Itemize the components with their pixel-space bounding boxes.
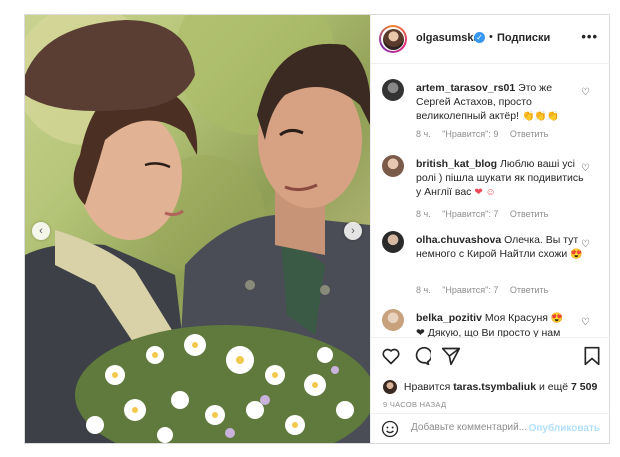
comment-time: 8 ч. xyxy=(416,209,431,219)
verified-badge-icon: ✓ xyxy=(474,32,485,43)
liked-suffix: и ещё xyxy=(538,380,569,393)
chevron-right-icon: › xyxy=(351,225,355,237)
author-username[interactable]: olgasumska xyxy=(416,32,480,44)
comment-avatar[interactable] xyxy=(382,309,404,331)
comment-time: 8 ч. xyxy=(416,285,431,295)
comment-like-heart-icon[interactable]: ♡ xyxy=(581,239,590,250)
comment-username[interactable]: british_kat_blog xyxy=(416,158,497,170)
share-send-icon[interactable] xyxy=(441,346,461,366)
comment-message: Моя Красуня xyxy=(484,312,548,324)
comment-emoji: 😍 xyxy=(550,313,564,324)
avatar-image xyxy=(382,28,404,50)
comments-list[interactable]: artem_tarasov_rs01 Это же Сергей Астахов… xyxy=(371,65,610,337)
liked-prefix: Нравится xyxy=(403,380,451,393)
comment-avatar[interactable] xyxy=(382,155,404,177)
comment-reply-button[interactable]: Ответить xyxy=(510,129,548,139)
liked-by: Нравится taras.tsymbaliuk и ещё 7 509 xyxy=(383,380,597,394)
likes-count[interactable]: 7 509 xyxy=(571,381,597,393)
liker-username[interactable]: taras.tsymbaliuk xyxy=(453,381,536,393)
post-header: olgasumska ✓ • Подписки ••• xyxy=(371,15,610,64)
comment-text: olha.chuvashova Олечка. Вы тут немного с… xyxy=(416,233,584,262)
liker-avatar[interactable] xyxy=(383,380,397,394)
post-photo[interactable]: ‹ › xyxy=(25,15,370,443)
comment-likes[interactable]: "Нравится": 7 xyxy=(442,209,498,219)
add-comment-bar: Опубликовать xyxy=(371,413,610,443)
comment-meta: 8 ч. "Нравится": 7 Ответить xyxy=(416,209,557,219)
comment-like-heart-icon[interactable]: ♡ xyxy=(581,163,590,174)
instagram-post-card: ‹ › olgasumska ✓ • Подписки ••• artem_ta… xyxy=(24,14,610,444)
comment-likes[interactable]: "Нравится": 7 xyxy=(442,285,498,295)
comment-meta: 8 ч. "Нравится": 7 Ответить xyxy=(416,285,557,295)
post-actions: Нравится taras.tsymbaliuk и ещё 7 509 9 … xyxy=(371,337,610,442)
more-options-icon[interactable]: ••• xyxy=(581,29,598,44)
post-side-panel: olgasumska ✓ • Подписки ••• artem_taraso… xyxy=(370,15,610,443)
chevron-left-icon: ‹ xyxy=(39,225,43,237)
photo-illustration xyxy=(25,15,370,443)
comment-text: british_kat_blog Люблю ваші усі ролі ) п… xyxy=(416,157,584,200)
photo-next-button[interactable]: › xyxy=(344,222,362,240)
comment-reply-button[interactable]: Ответить xyxy=(510,209,548,219)
comment-reply-button[interactable]: Ответить xyxy=(510,285,548,295)
comment-meta: 8 ч. "Нравится": 9 Ответить xyxy=(416,129,557,139)
comment-emoji: 👏👏👏 xyxy=(521,111,560,122)
like-heart-icon[interactable] xyxy=(381,346,401,366)
comment-text: belka_pozitiv Моя Красуня 😍 ❤ Дякую, що … xyxy=(416,311,584,337)
comment-emoji: 😍 xyxy=(570,249,583,260)
comment-username[interactable]: olha.chuvashova xyxy=(416,234,501,246)
comment-avatar[interactable] xyxy=(382,79,404,101)
comment-like-heart-icon[interactable]: ♡ xyxy=(581,87,590,98)
emoji-picker-icon[interactable] xyxy=(381,420,399,438)
comment-avatar[interactable] xyxy=(382,231,404,253)
separator-dot: • xyxy=(489,31,493,43)
following-button[interactable]: Подписки xyxy=(497,32,550,44)
post-timestamp[interactable]: 9 ЧАСОВ НАЗАД xyxy=(383,400,446,409)
comment-message-continued: ❤ Дякую, що Ви просто у нам xyxy=(416,327,561,337)
comment-likes[interactable]: "Нравится": 9 xyxy=(442,129,498,139)
author-avatar[interactable] xyxy=(379,25,407,53)
comment-bubble-icon[interactable] xyxy=(411,346,431,366)
comment-text: artem_tarasov_rs01 Это же Сергей Астахов… xyxy=(416,81,584,124)
comment-time: 8 ч. xyxy=(416,129,431,139)
publish-button[interactable]: Опубликовать xyxy=(529,423,600,434)
save-bookmark-icon[interactable] xyxy=(583,346,601,366)
comment-username[interactable]: belka_pozitiv xyxy=(416,312,482,324)
photo-prev-button[interactable]: ‹ xyxy=(32,222,50,240)
comment-emoji: ❤ ☺ xyxy=(474,187,496,198)
comment-username[interactable]: artem_tarasov_rs01 xyxy=(416,82,515,94)
comment-like-heart-icon[interactable]: ♡ xyxy=(581,317,590,328)
